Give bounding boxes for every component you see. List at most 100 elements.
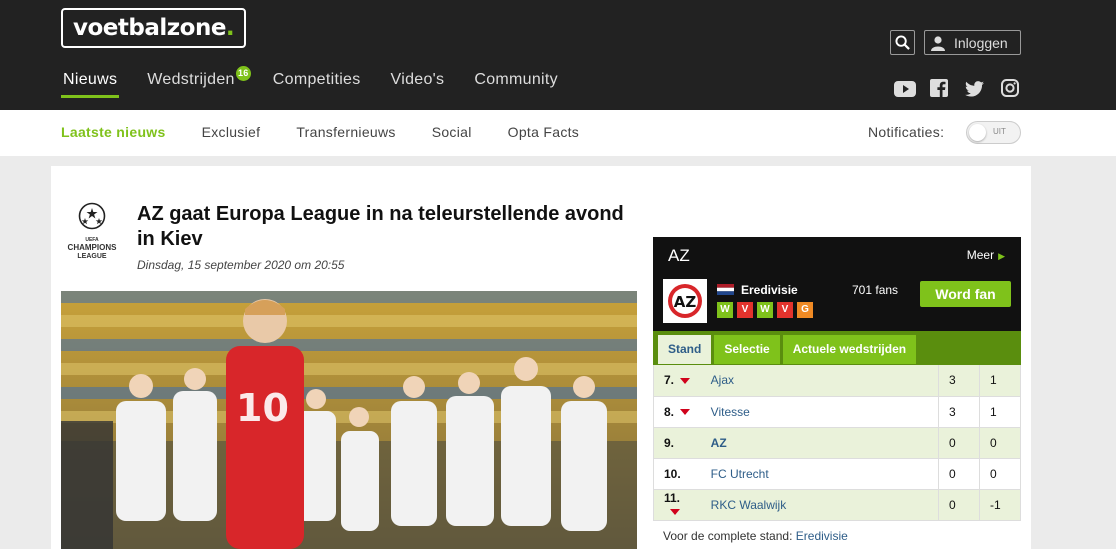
footer-text: Voor de complete stand: — [663, 528, 793, 543]
match-count-badge: 16 — [235, 66, 251, 81]
article-date: Dinsdag, 15 september 2020 om 20:55 — [137, 258, 345, 272]
table-row[interactable]: 8. Vitesse 3 1 — [652, 396, 1022, 428]
nav-item-label: Wedstrijden — [147, 71, 235, 88]
full-standings-link[interactable]: Eredivisie — [796, 529, 848, 543]
played-cell: 0 — [937, 489, 980, 521]
az-club-logo[interactable]: AZ — [663, 279, 707, 323]
sub-nav: Laatste nieuws Exclusief Transfernieuws … — [0, 110, 1116, 156]
widget-tabs: Stand Selectie Actuele wedstrijden — [653, 331, 1021, 365]
form-result-loss: V — [737, 302, 753, 318]
svg-text:10: 10 — [236, 386, 289, 430]
position-cell: 7. — [652, 365, 701, 397]
position: 10. — [664, 466, 681, 481]
played-cell: 3 — [937, 365, 980, 397]
table-row[interactable]: 10. FC Utrecht 0 0 — [652, 458, 1022, 490]
stadium-photo-illustration: 10 — [61, 291, 637, 549]
nav-item-nieuws[interactable]: Nieuws — [61, 64, 120, 98]
arrow-right-icon: ▶ — [998, 251, 1005, 261]
team-name[interactable]: RKC Waalwijk — [700, 489, 939, 521]
netherlands-flag-icon — [717, 284, 734, 295]
position: 9. — [664, 435, 675, 450]
nav-item-wedstrijden[interactable]: Wedstrijden 16 — [145, 64, 251, 98]
nav-item-label: Community — [474, 71, 558, 88]
position-cell: 10. — [652, 458, 701, 490]
tab-actuele-wedstrijden[interactable]: Actuele wedstrijden — [782, 335, 917, 364]
trend-down-icon — [670, 509, 680, 516]
more-label: Meer — [966, 248, 995, 262]
youtube-icon[interactable] — [894, 80, 916, 98]
standings-table: 7. Ajax 3 1 8. Vitesse 3 1 9. AZ 0 0 10.… — [652, 365, 1022, 521]
points-cell: -1 — [978, 489, 1022, 521]
competition-logo-text: UEFA CHAMPIONS LEAGUE — [61, 237, 123, 261]
main-nav: Nieuws Wedstrijden 16 Competities Video's… — [61, 64, 586, 100]
notifications-label: Notificaties: — [868, 124, 945, 140]
instagram-icon[interactable] — [1001, 79, 1019, 97]
nav-item-community[interactable]: Community — [472, 64, 560, 98]
form-result-win: W — [757, 302, 773, 318]
subnav-item-laatste-nieuws[interactable]: Laatste nieuws — [61, 124, 166, 140]
subnav-item-opta-facts[interactable]: Opta Facts — [508, 124, 579, 140]
twitter-icon[interactable] — [965, 81, 984, 97]
user-icon — [931, 35, 945, 51]
subnav-item-exclusief[interactable]: Exclusief — [202, 124, 261, 140]
table-row[interactable]: 7. Ajax 3 1 — [652, 365, 1022, 397]
az-crest-icon: AZ — [668, 284, 702, 318]
position: 8. — [664, 404, 675, 419]
team-name[interactable]: FC Utrecht — [700, 458, 939, 490]
position-cell: 11. — [652, 489, 701, 521]
nav-item-videos[interactable]: Video's — [389, 64, 447, 98]
nav-item-competities[interactable]: Competities — [271, 64, 363, 98]
logo-text: voetbalzone — [73, 15, 226, 41]
club-widget: AZ Meer ▶ AZ Eredivisie W V W V G 701 fan… — [652, 237, 1022, 543]
form-result-draw: G — [797, 302, 813, 318]
played-cell: 3 — [937, 396, 980, 428]
table-row-highlighted[interactable]: 9. AZ 0 0 — [652, 427, 1022, 459]
points-cell: 0 — [978, 427, 1022, 459]
article-content: UEFA CHAMPIONS LEAGUE AZ gaat Europa Lea… — [51, 166, 1031, 549]
site-logo[interactable]: voetbalzone. — [61, 8, 247, 48]
subnav-item-transfernieuws[interactable]: Transfernieuws — [296, 124, 395, 140]
points-cell: 1 — [978, 365, 1022, 397]
nav-item-label: Nieuws — [63, 71, 118, 88]
login-label: Inloggen — [954, 34, 1008, 51]
toggle-state-label: UIT — [993, 127, 1006, 136]
trend-down-icon — [680, 409, 691, 416]
club-widget-header: AZ Meer ▶ AZ Eredivisie W V W V G 701 fan… — [653, 237, 1021, 331]
subnav-item-social[interactable]: Social — [432, 124, 472, 140]
fan-count: 701 fans — [852, 283, 899, 297]
logo-dot: . — [225, 15, 235, 41]
top-bar: voetbalzone. Nieuws Wedstrijden 16 Compet… — [0, 0, 1116, 110]
more-link[interactable]: Meer ▶ — [967, 248, 1005, 262]
competition-link[interactable]: Eredivisie — [741, 283, 798, 297]
form-guide: W V W V G — [717, 302, 813, 318]
trend-down-icon — [680, 378, 691, 385]
champions-league-logo[interactable]: UEFA CHAMPIONS LEAGUE — [61, 202, 123, 262]
become-fan-button[interactable]: Word fan — [920, 281, 1011, 307]
article-title: AZ gaat Europa League in na teleurstelle… — [137, 203, 624, 250]
position: 7. — [664, 373, 675, 388]
points-cell: 0 — [978, 458, 1022, 490]
champions-league-star-ball-icon — [78, 202, 106, 230]
team-name[interactable]: Vitesse — [700, 396, 939, 428]
search-button[interactable] — [890, 30, 915, 55]
nav-item-label: Competities — [272, 71, 361, 88]
tab-selectie[interactable]: Selectie — [714, 335, 780, 364]
facebook-icon[interactable] — [930, 79, 948, 97]
table-row[interactable]: 11. RKC Waalwijk 0 -1 — [652, 489, 1022, 521]
notifications-toggle[interactable]: UIT — [966, 121, 1021, 144]
position: 11. — [664, 490, 681, 505]
played-cell: 0 — [937, 458, 980, 490]
logo-text-line: CHAMPIONS — [67, 243, 117, 252]
position-cell: 9. — [652, 427, 701, 459]
login-button[interactable]: Inloggen — [924, 30, 1021, 55]
form-result-win: W — [717, 302, 733, 318]
sub-nav-links: Laatste nieuws Exclusief Transfernieuws … — [61, 124, 615, 140]
nav-item-label: Video's — [390, 71, 445, 88]
standings-footer: Voor de complete stand: Eredivisie — [653, 529, 1021, 543]
team-name[interactable]: Ajax — [700, 365, 939, 397]
team-name[interactable]: AZ — [700, 427, 939, 459]
played-cell: 0 — [937, 427, 980, 459]
position-cell: 8. — [652, 396, 701, 428]
tab-stand[interactable]: Stand — [658, 335, 712, 364]
article-photo[interactable]: 10 — [61, 291, 637, 549]
